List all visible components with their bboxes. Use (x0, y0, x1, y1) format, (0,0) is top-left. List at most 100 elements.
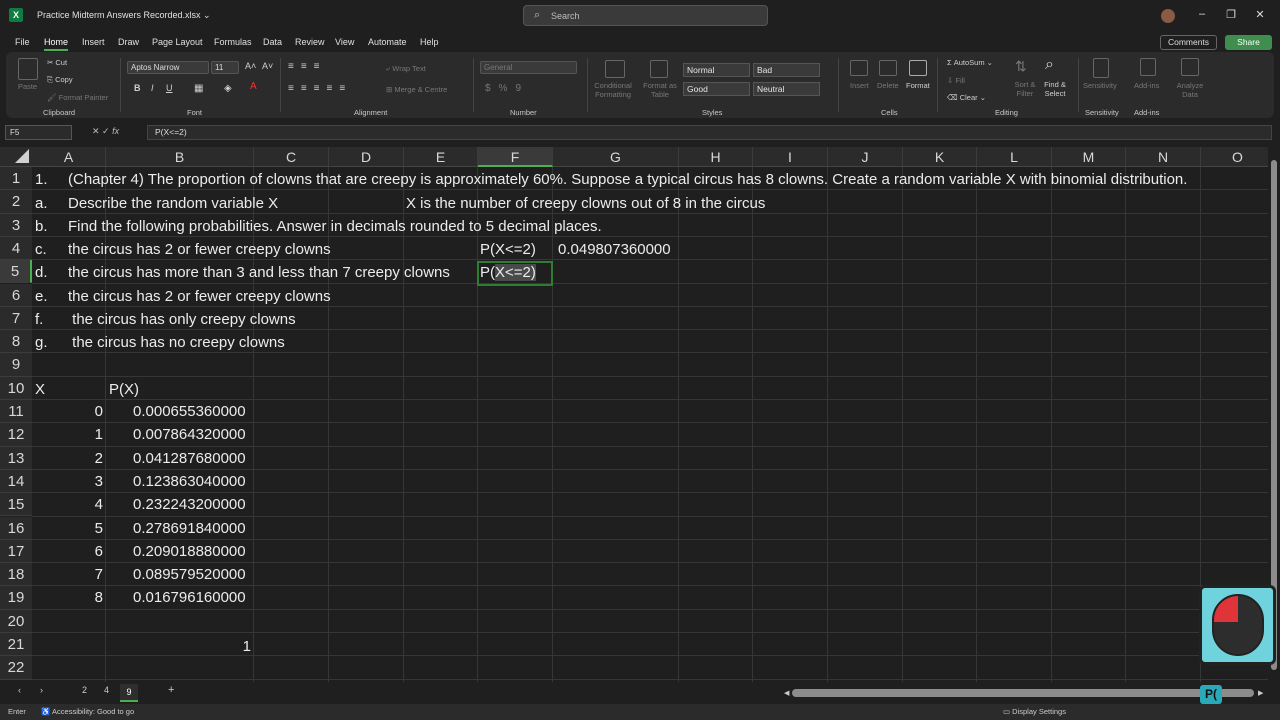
copy-button[interactable]: ⎘ Copy (47, 75, 73, 85)
row-header-13[interactable]: 13 (0, 446, 32, 470)
sort-filter-icon[interactable]: ⇅ (1015, 58, 1027, 75)
row-header-11[interactable]: 11 (0, 400, 32, 424)
table-x-cell[interactable]: 4 (32, 493, 103, 516)
cell-b2[interactable]: Describe the random variable X (68, 192, 278, 215)
format-cells-button[interactable]: Format (906, 81, 930, 90)
analyze-data-button[interactable]: Analyze Data (1175, 81, 1205, 99)
tab-formulas[interactable]: Formulas (214, 37, 252, 47)
table-p-cell[interactable]: 0.041287680000 (133, 447, 246, 470)
increase-font-icon[interactable]: A˄ (245, 61, 256, 71)
table-x-cell[interactable]: 5 (32, 517, 103, 540)
add-ins-button[interactable]: Add-ins (1134, 81, 1159, 90)
tab-file[interactable]: File (15, 37, 30, 47)
table-p-cell[interactable]: 0.007864320000 (133, 423, 246, 446)
cell-b5[interactable]: the circus has more than 3 and less than… (68, 261, 450, 284)
formula-cancel-enter-fx-icons[interactable]: ✕ ✓ fx (92, 126, 119, 137)
cell-g4[interactable]: 0.049807360000 (558, 238, 671, 261)
formula-input[interactable]: P(X<=2) (147, 125, 1272, 140)
format-as-table-button[interactable]: Format as Table (640, 81, 680, 99)
table-x-cell[interactable]: 6 (32, 540, 103, 563)
cell-b1[interactable]: (Chapter 4) The proportion of clowns tha… (68, 168, 1187, 191)
row-header-2[interactable]: 2 (0, 190, 32, 214)
row-header-21[interactable]: 21 (0, 633, 32, 657)
sheet-tab-4[interactable]: 4 (104, 685, 109, 695)
column-header-h[interactable]: H (679, 147, 753, 167)
italic-icon[interactable]: I (151, 83, 154, 93)
column-header-e[interactable]: E (404, 147, 478, 167)
column-header-g[interactable]: G (553, 147, 679, 167)
column-header-a[interactable]: A (32, 147, 106, 167)
table-x-cell[interactable]: 3 (32, 470, 103, 493)
row-header-19[interactable]: 19 (0, 586, 32, 610)
sensitivity-button[interactable]: Sensitivity (1083, 81, 1117, 90)
row-header-22[interactable]: 22 (0, 656, 32, 680)
table-p-cell[interactable]: 0.089579520000 (133, 563, 246, 586)
format-as-table-icon[interactable] (650, 60, 668, 78)
column-header-b[interactable]: B (106, 147, 254, 167)
style-neutral[interactable]: Neutral (753, 82, 820, 96)
tab-automate[interactable]: Automate (368, 37, 407, 47)
spreadsheet-grid[interactable]: ABCDEFGHIJKLMNO 1 2 3 4 5 6 7 8 9 10 11 12 13 14 15 16 1… (0, 147, 1268, 682)
cell-b6[interactable]: the circus has 2 or fewer creepy clowns (68, 285, 331, 308)
column-header-d[interactable]: D (329, 147, 404, 167)
column-header-n[interactable]: N (1126, 147, 1201, 167)
row-header-3[interactable]: 3 (0, 213, 32, 237)
tab-insert[interactable]: Insert (82, 37, 105, 47)
borders-icon[interactable]: ▦ (194, 83, 203, 94)
table-p-cell[interactable]: 0.016796160000 (133, 586, 246, 609)
format-painter-button[interactable]: 🖌 Format Painter (47, 93, 108, 102)
display-settings[interactable]: ▭ Display Settings (1003, 707, 1066, 716)
row-header-16[interactable]: 16 (0, 516, 32, 540)
column-header-j[interactable]: J (828, 147, 903, 167)
format-cells-icon[interactable] (909, 60, 927, 76)
insert-cells-button[interactable]: Insert (850, 81, 869, 90)
cell-a4[interactable]: c. (35, 238, 47, 261)
sensitivity-icon[interactable] (1093, 58, 1109, 78)
table-p-cell[interactable]: 0.209018880000 (133, 540, 246, 563)
tab-page-layout[interactable]: Page Layout (152, 37, 203, 47)
style-good[interactable]: Good (683, 82, 750, 96)
row-header-9[interactable]: 9 (0, 353, 32, 377)
cell-b10[interactable]: P(X) (109, 378, 139, 401)
cell-a2[interactable]: a. (35, 192, 48, 215)
search-box[interactable]: ⌕ Search (523, 5, 768, 26)
delete-cells-button[interactable]: Delete (877, 81, 899, 90)
table-p-cell[interactable]: 0.232243200000 (133, 493, 246, 516)
cell-b7[interactable]: the circus has only creepy clowns (68, 308, 295, 331)
conditional-formatting-icon[interactable] (605, 60, 625, 78)
style-normal[interactable]: Normal (683, 63, 750, 77)
analyze-data-icon[interactable] (1181, 58, 1199, 76)
cell-b21[interactable]: 1 (107, 635, 251, 658)
style-bad[interactable]: Bad (753, 63, 820, 77)
row-header-4[interactable]: 4 (0, 236, 32, 261)
cell-e2[interactable]: X is the number of creepy clowns out of … (406, 192, 765, 215)
sheet-prev-icon[interactable]: ‹ (18, 685, 21, 695)
merge-centre-button[interactable]: ⊞ Merge & Centre (386, 85, 447, 94)
document-title[interactable]: Practice Midterm Answers Recorded.xlsx ⌄ (37, 10, 211, 21)
sheet-tab-2[interactable]: 2 (82, 685, 87, 695)
cell-f5-edit-text[interactable]: P(X<=2) (480, 261, 536, 284)
table-x-cell[interactable]: 2 (32, 447, 103, 470)
restore-icon[interactable]: ❐ (1223, 8, 1239, 21)
fill-button[interactable]: ⇩ Fill (947, 76, 965, 85)
cell-a5[interactable]: d. (35, 261, 48, 284)
add-ins-icon[interactable] (1140, 58, 1156, 76)
name-box[interactable]: F5 (5, 125, 72, 140)
cell-a10[interactable]: X (35, 378, 45, 401)
cell-a8[interactable]: g. (35, 331, 48, 354)
horizontal-scroll-thumb[interactable] (792, 689, 1254, 697)
close-icon[interactable]: ✕ (1252, 8, 1268, 21)
cell-b8[interactable]: the circus has no creepy clowns (68, 331, 285, 354)
insert-cells-icon[interactable] (850, 60, 868, 76)
row-header-8[interactable]: 8 (0, 330, 32, 354)
cell-a7[interactable]: f. (35, 308, 43, 331)
avatar[interactable] (1161, 9, 1175, 23)
tab-data[interactable]: Data (263, 37, 282, 47)
cell-b3[interactable]: Find the following probabilities. Answer… (68, 215, 602, 238)
cell-a6[interactable]: e. (35, 285, 48, 308)
add-sheet-icon[interactable]: + (168, 684, 174, 696)
find-select-button[interactable]: Find & Select (1040, 80, 1070, 98)
horizontal-align-icons[interactable]: ≡≡≡≡≡ (288, 83, 352, 94)
tab-review[interactable]: Review (295, 37, 325, 47)
number-format-icons[interactable]: $%9 (485, 83, 529, 94)
